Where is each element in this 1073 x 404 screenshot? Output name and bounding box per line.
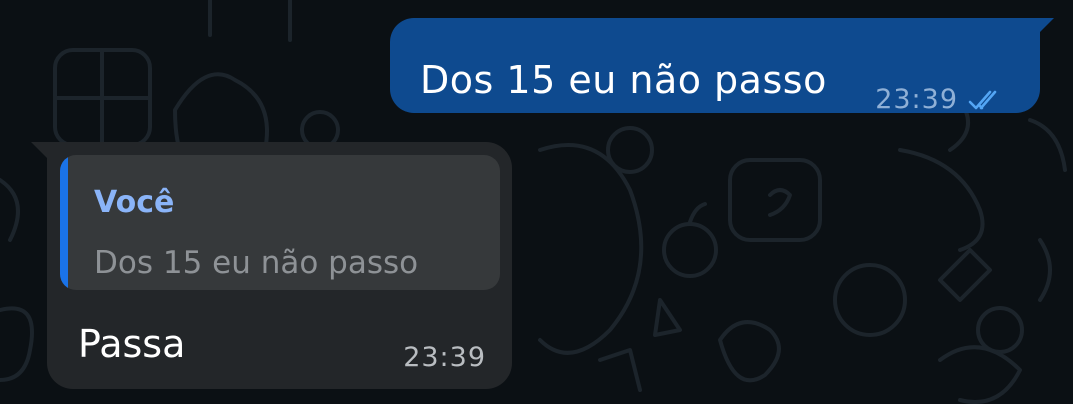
outgoing-message-bubble[interactable]: Dos 15 eu não passo 23:39 <box>390 18 1054 115</box>
bubble-tail <box>31 142 49 160</box>
quote-accent-bar <box>60 155 68 290</box>
quoted-reply[interactable]: Você Dos 15 eu não passo <box>60 155 500 290</box>
message-text: Dos 15 eu não passo <box>420 58 827 102</box>
message-meta: 23:39 <box>875 84 1002 115</box>
quote-text: Dos 15 eu não passo <box>94 245 419 281</box>
message-text: Passa <box>78 322 186 366</box>
message-time: 23:39 <box>403 342 486 373</box>
double-check-icon <box>968 90 997 109</box>
message-time: 23:39 <box>875 84 958 115</box>
bubble-tail <box>1038 18 1054 34</box>
incoming-message-bubble[interactable]: Você Dos 15 eu não passo Passa 23:39 <box>31 142 512 389</box>
quote-author: Você <box>94 185 175 220</box>
